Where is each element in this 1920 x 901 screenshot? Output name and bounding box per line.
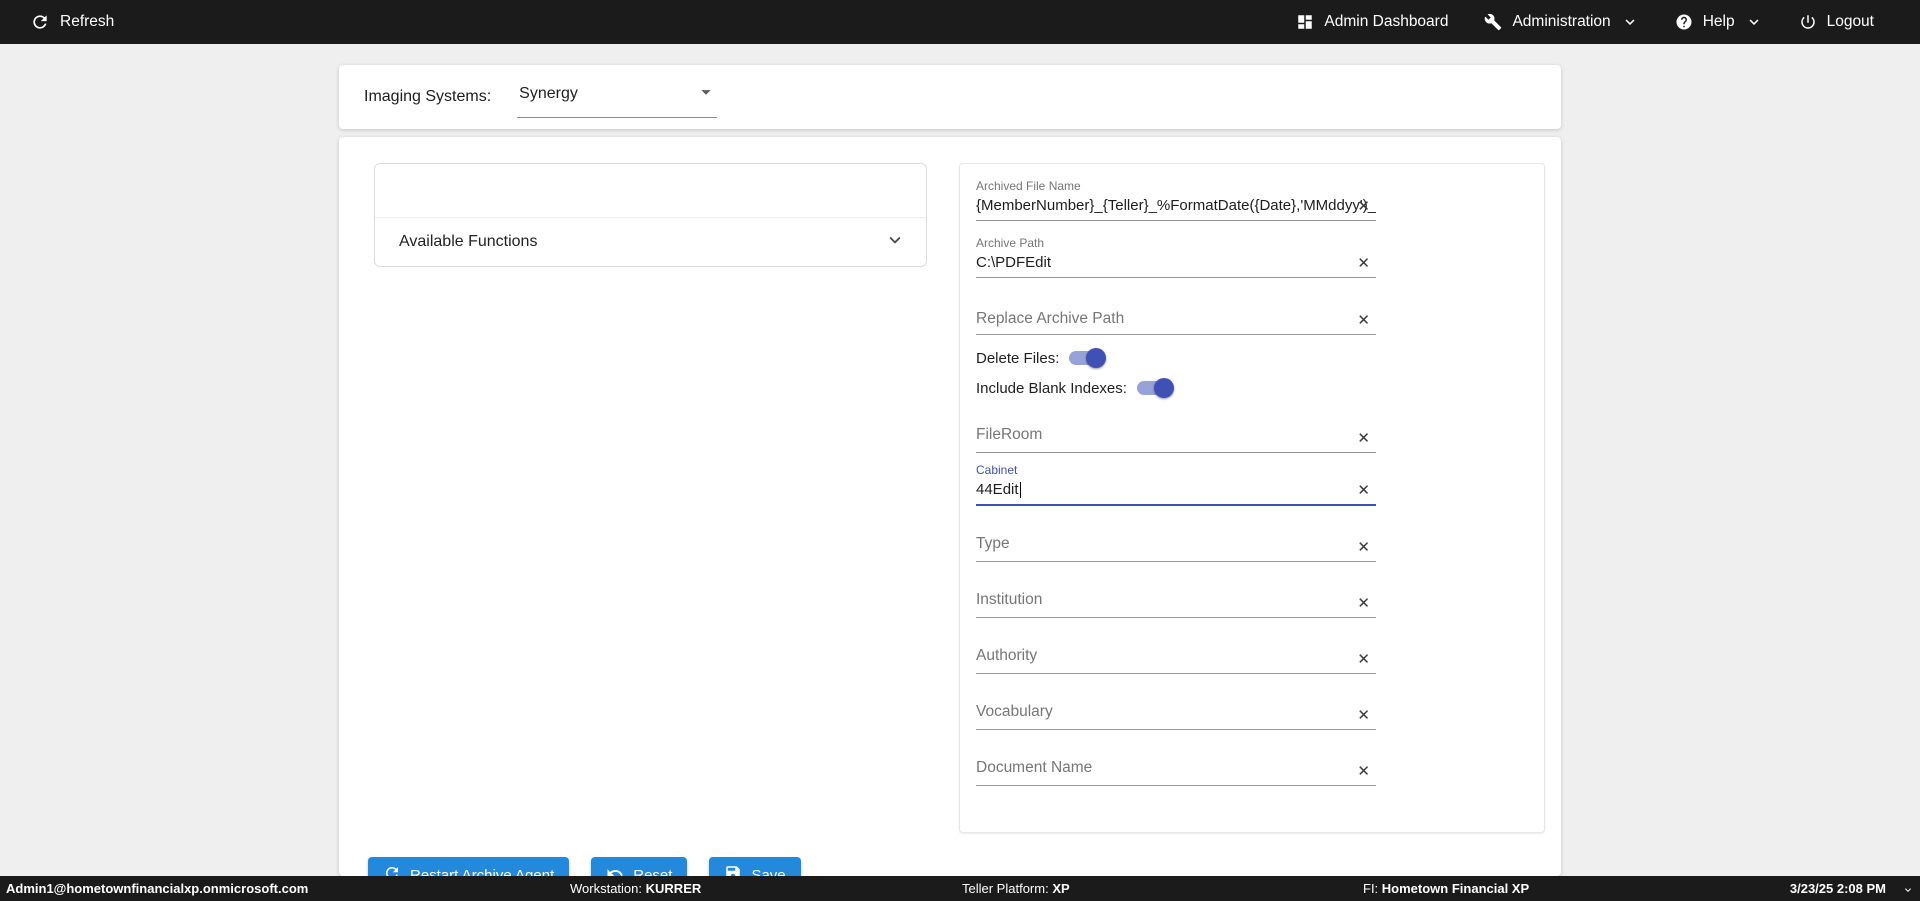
type-field[interactable]: Type ✕ xyxy=(976,506,1376,562)
refresh-icon xyxy=(30,12,50,32)
archived-file-name-input[interactable]: {MemberNumber}_{Teller}_%FormatDate({Dat… xyxy=(976,197,1376,214)
statusbar-expander-icon[interactable] xyxy=(1902,876,1914,901)
administration-label: Administration xyxy=(1512,13,1610,31)
clear-icon[interactable]: ✕ xyxy=(1355,429,1372,448)
institution-field[interactable]: Institution ✕ xyxy=(976,562,1376,618)
top-navigation-bar: Refresh Admin Dashboard Administration H… xyxy=(0,0,1920,44)
refresh-button[interactable]: Refresh xyxy=(30,12,114,32)
dashboard-icon xyxy=(1296,13,1314,31)
teller-platform-value: XP xyxy=(1052,881,1069,896)
save-button[interactable]: Save xyxy=(709,857,800,876)
include-blank-indexes-label: Include Blank Indexes: xyxy=(976,380,1127,397)
logout-button[interactable]: Logout xyxy=(1799,13,1874,31)
save-icon xyxy=(724,864,742,876)
imaging-system-selected-value: Synergy xyxy=(519,85,578,103)
delete-files-row: Delete Files: xyxy=(976,343,1544,373)
clear-icon[interactable]: ✕ xyxy=(1355,594,1372,613)
archive-path-field[interactable]: Archive Path C:\PDFEdit ✕ xyxy=(976,221,1376,278)
available-functions-label: Available Functions xyxy=(399,233,537,251)
restart-archive-agent-button[interactable]: Restart Archive Agent xyxy=(368,857,569,876)
text-cursor xyxy=(1020,482,1022,498)
dropdown-arrow-icon xyxy=(695,81,717,108)
help-label: Help xyxy=(1703,13,1735,31)
fi-value: Hometown Financial XP xyxy=(1382,881,1529,896)
logout-label: Logout xyxy=(1827,13,1874,31)
workstation-status: Workstation: KURRER xyxy=(570,876,701,901)
archive-path-label: Archive Path xyxy=(976,237,1376,249)
refresh-label: Refresh xyxy=(60,13,114,31)
clear-icon[interactable]: ✕ xyxy=(1355,481,1372,500)
teller-platform-status: Teller Platform: XP xyxy=(962,876,1070,901)
chevron-down-icon xyxy=(1621,13,1639,31)
imaging-system-select[interactable]: Synergy xyxy=(517,79,717,118)
cabinet-input[interactable]: 44Edit xyxy=(976,481,1376,498)
logged-in-user: Admin1@hometownfinancialxp.onmicrosoft.c… xyxy=(6,876,308,901)
undo-icon xyxy=(606,864,624,876)
status-bar: Admin1@hometownfinancialxp.onmicrosoft.c… xyxy=(0,876,1920,901)
fileroom-placeholder: FileRoom xyxy=(976,426,1376,444)
fileroom-field[interactable]: FileRoom ✕ xyxy=(976,409,1376,453)
imaging-systems-card: Imaging Systems: Synergy xyxy=(339,65,1561,129)
document-name-placeholder: Document Name xyxy=(976,759,1376,777)
clear-icon[interactable]: ✕ xyxy=(1355,762,1372,781)
include-blank-indexes-toggle[interactable] xyxy=(1137,381,1171,395)
authority-field[interactable]: Authority ✕ xyxy=(976,618,1376,674)
wrench-icon xyxy=(1484,13,1502,31)
replace-archive-path-field[interactable]: Replace Archive Path ✕ xyxy=(976,278,1376,335)
toggle-knob xyxy=(1086,348,1106,368)
cabinet-field[interactable]: Cabinet 44Edit ✕ xyxy=(976,453,1376,506)
functions-panel: Available Functions xyxy=(374,163,927,267)
delete-files-label: Delete Files: xyxy=(976,350,1059,367)
clear-icon[interactable]: ✕ xyxy=(1355,254,1372,273)
type-placeholder: Type xyxy=(976,535,1376,553)
chevron-down-icon xyxy=(1745,13,1763,31)
save-label: Save xyxy=(751,867,785,877)
financial-institution-status: FI: Hometown Financial XP xyxy=(1363,876,1529,901)
authority-placeholder: Authority xyxy=(976,647,1376,665)
administration-menu[interactable]: Administration xyxy=(1484,13,1638,31)
clear-icon[interactable]: ✕ xyxy=(1355,311,1372,330)
vocabulary-field[interactable]: Vocabulary ✕ xyxy=(976,674,1376,730)
fi-label: FI: xyxy=(1363,881,1378,896)
admin-dashboard-label: Admin Dashboard xyxy=(1324,13,1448,31)
toggle-knob xyxy=(1154,378,1174,398)
reset-label: Reset xyxy=(633,867,672,877)
archive-path-input[interactable]: C:\PDFEdit xyxy=(976,254,1376,271)
power-icon xyxy=(1799,13,1817,31)
datetime: 3/23/25 2:08 PM xyxy=(1790,876,1886,901)
archive-settings-form: Archived File Name {MemberNumber}_{Telle… xyxy=(959,163,1545,833)
vocabulary-placeholder: Vocabulary xyxy=(976,703,1376,721)
reset-button[interactable]: Reset xyxy=(591,857,687,876)
delete-files-toggle[interactable] xyxy=(1069,351,1103,365)
teller-platform-label: Teller Platform: xyxy=(962,881,1049,896)
archived-file-name-field[interactable]: Archived File Name {MemberNumber}_{Telle… xyxy=(976,164,1376,221)
clear-icon[interactable]: ✕ xyxy=(1355,197,1372,216)
imaging-systems-label: Imaging Systems: xyxy=(364,88,491,106)
clear-icon[interactable]: ✕ xyxy=(1355,650,1372,669)
clear-icon[interactable]: ✕ xyxy=(1355,538,1372,557)
form-actions: Restart Archive Agent Reset Save xyxy=(368,857,801,876)
functions-panel-header-area xyxy=(375,164,926,218)
configuration-card: Available Functions Archived File Name {… xyxy=(339,137,1561,876)
available-functions-expander[interactable]: Available Functions xyxy=(375,218,926,266)
help-menu[interactable]: Help xyxy=(1675,13,1763,31)
workstation-label: Workstation: xyxy=(570,881,642,896)
admin-dashboard-button[interactable]: Admin Dashboard xyxy=(1296,13,1448,31)
restart-archive-agent-label: Restart Archive Agent xyxy=(410,867,554,877)
archived-file-name-label: Archived File Name xyxy=(976,180,1376,192)
refresh-icon xyxy=(383,864,401,876)
institution-placeholder: Institution xyxy=(976,591,1376,609)
cabinet-label: Cabinet xyxy=(976,464,1376,476)
clear-icon[interactable]: ✕ xyxy=(1355,706,1372,725)
workstation-value: KURRER xyxy=(646,881,702,896)
document-name-field[interactable]: Document Name ✕ xyxy=(976,730,1376,786)
include-blank-indexes-row: Include Blank Indexes: xyxy=(976,373,1544,403)
chevron-down-icon xyxy=(884,229,906,256)
replace-archive-path-placeholder: Replace Archive Path xyxy=(976,310,1376,328)
help-icon xyxy=(1675,13,1693,31)
